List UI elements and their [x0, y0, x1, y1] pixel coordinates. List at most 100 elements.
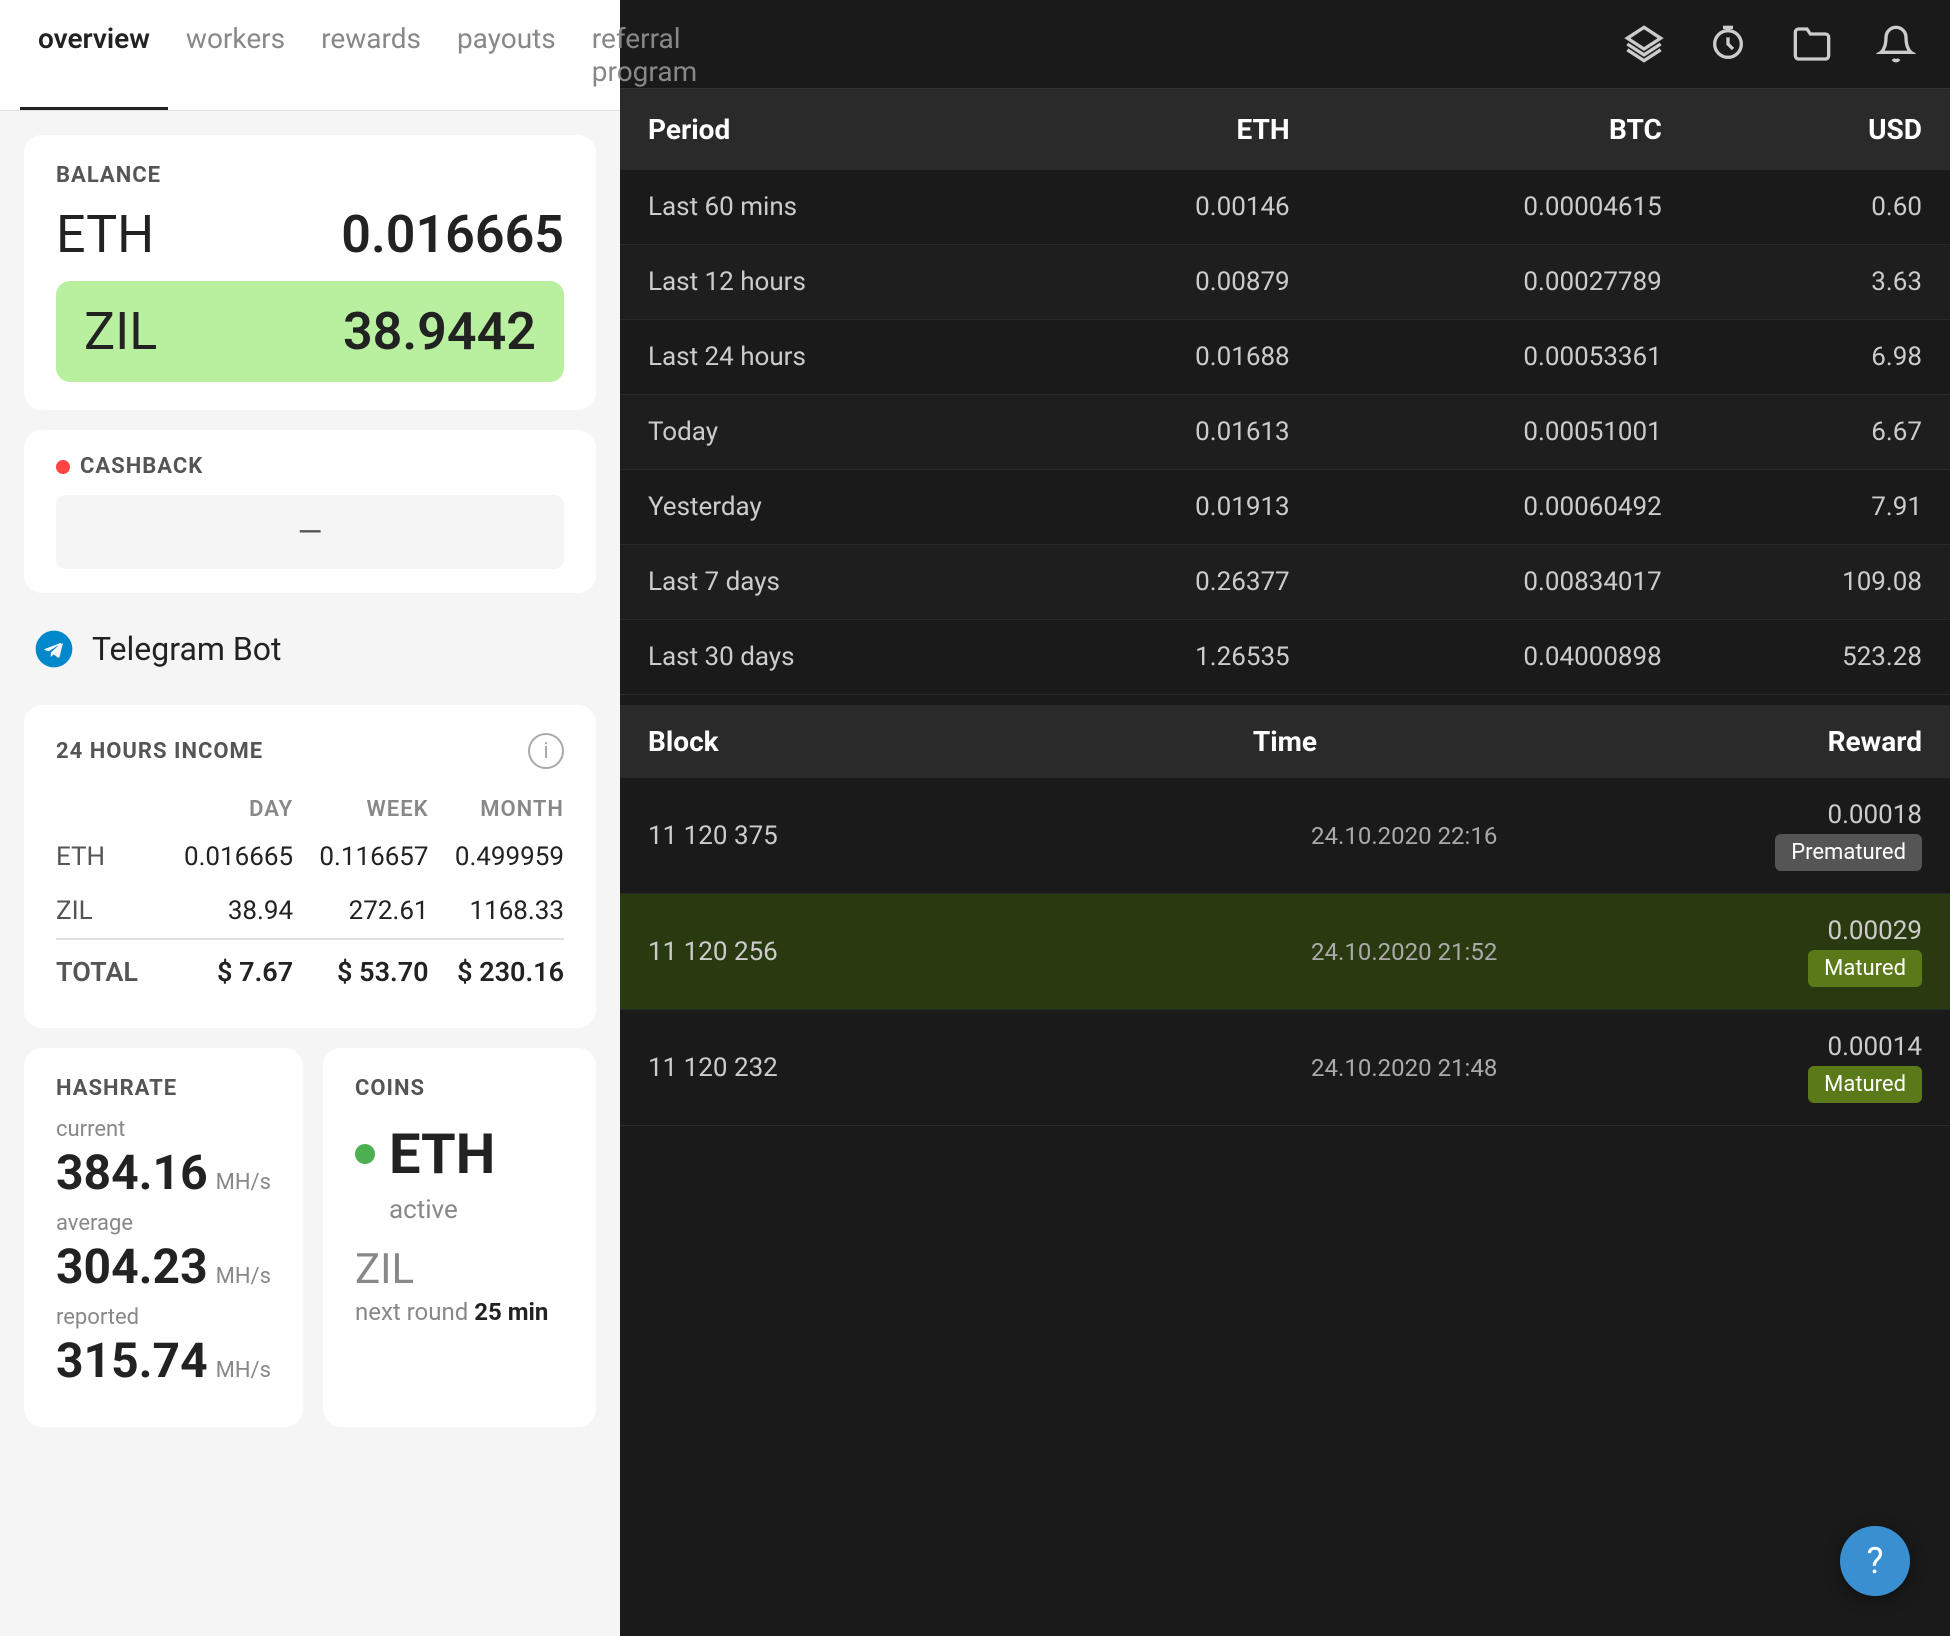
earnings-row-2: Last 24 hours 0.01688 0.00053361 6.98 [620, 320, 1950, 395]
hashrate-title: HASHRATE [56, 1076, 271, 1101]
hashrate-current-row: current 384.16 MH/s [56, 1117, 271, 1201]
hashrate-current-unit: MH/s [216, 1170, 271, 1195]
hashrate-average-unit: MH/s [216, 1264, 271, 1289]
timer-icon[interactable] [1704, 20, 1752, 68]
earnings-btc-3: 0.00051001 [1318, 395, 1690, 470]
cashback-dot [56, 460, 70, 474]
income-col-coin [56, 789, 158, 830]
earnings-usd-6: 523.28 [1690, 620, 1950, 695]
income-total-row: TOTAL $ 7.67 $ 53.70 $ 230.16 [56, 939, 564, 1000]
tab-overview[interactable]: overview [20, 0, 168, 110]
earnings-btc-5: 0.00834017 [1318, 545, 1690, 620]
hashrate-reported-label: reported [56, 1305, 271, 1330]
earnings-period-2: Last 24 hours [620, 320, 1030, 395]
earnings-eth-5: 0.26377 [1030, 545, 1318, 620]
right-panel: Period ETH BTC USD Last 60 mins 0.00146 … [620, 0, 1950, 1636]
earnings-eth-0: 0.00146 [1030, 170, 1318, 245]
block-row-0: 11 120 375 24.10.2020 22:16 0.00018 Prem… [620, 778, 1950, 894]
cashback-dash: — [298, 513, 323, 551]
bell-icon[interactable] [1872, 20, 1920, 68]
earnings-col-btc: BTC [1318, 89, 1690, 170]
block-reward-0: 0.00018 Prematured [1497, 800, 1922, 871]
income-row-eth: ETH 0.016665 0.116657 0.499959 [56, 830, 564, 884]
telegram-label: Telegram Bot [92, 630, 282, 668]
hashrate-average-label: average [56, 1211, 271, 1236]
coin-active-dot [355, 1144, 375, 1164]
blocks-col-block: Block [648, 725, 1073, 758]
block-reward-value-1: 0.00029 [1497, 916, 1922, 946]
earnings-row-1: Last 12 hours 0.00879 0.00027789 3.63 [620, 245, 1950, 320]
block-number-1: 11 120 256 [648, 937, 1073, 967]
earnings-btc-4: 0.00060492 [1318, 470, 1690, 545]
income-card: 24 HOURS INCOME i DAY WEEK MONTH ETH 0.0… [24, 705, 596, 1028]
tab-workers[interactable]: workers [168, 0, 303, 110]
earnings-usd-5: 109.08 [1690, 545, 1950, 620]
layers-icon[interactable] [1620, 20, 1668, 68]
hashrate-card: HASHRATE current 384.16 MH/s average 304… [24, 1048, 303, 1427]
earnings-eth-1: 0.00879 [1030, 245, 1318, 320]
balance-eth-label: ETH [56, 204, 154, 265]
hashrate-average-row: average 304.23 MH/s [56, 1211, 271, 1295]
balance-zil-row: ZIL 38.9442 [56, 281, 564, 382]
block-reward-2: 0.00014 Matured [1497, 1032, 1922, 1103]
income-eth-day: 0.016665 [158, 830, 293, 884]
income-col-week: WEEK [293, 789, 428, 830]
cashback-content: — [56, 495, 564, 569]
info-icon[interactable]: i [528, 733, 564, 769]
block-reward-1: 0.00029 Matured [1497, 916, 1922, 987]
hashrate-reported-row: reported 315.74 MH/s [56, 1305, 271, 1389]
blocks-col-reward: Reward [1497, 725, 1922, 758]
hashrate-reported-value: 315.74 MH/s [56, 1332, 271, 1389]
coin-zil-sub: next round 25 min [355, 1298, 564, 1326]
coins-title: COINS [355, 1076, 564, 1101]
income-total-month: $ 230.16 [429, 939, 564, 1000]
folder-icon[interactable] [1788, 20, 1836, 68]
tab-rewards[interactable]: rewards [303, 0, 439, 110]
earnings-btc-1: 0.00027789 [1318, 245, 1690, 320]
earnings-col-usd: USD [1690, 89, 1950, 170]
income-eth-month: 0.499959 [429, 830, 564, 884]
hashrate-current-label: current [56, 1117, 271, 1142]
block-number-2: 11 120 232 [648, 1053, 1073, 1083]
blocks-header: Block Time Reward [620, 705, 1950, 778]
earnings-period-6: Last 30 days [620, 620, 1030, 695]
income-eth-week: 0.116657 [293, 830, 428, 884]
block-reward-badge-1: Matured [1808, 950, 1922, 987]
coin-eth-label: ETH [389, 1121, 495, 1187]
hashrate-current-number: 384.16 [56, 1144, 208, 1201]
earnings-usd-3: 6.67 [1690, 395, 1950, 470]
earnings-period-5: Last 7 days [620, 545, 1030, 620]
tab-referral[interactable]: referral program [574, 0, 715, 110]
block-reward-badge-0: Prematured [1775, 834, 1922, 871]
block-reward-value-0: 0.00018 [1497, 800, 1922, 830]
income-row-zil: ZIL 38.94 272.61 1168.33 [56, 884, 564, 939]
telegram-row[interactable]: Telegram Bot [24, 613, 596, 685]
block-reward-value-2: 0.00014 [1497, 1032, 1922, 1062]
earnings-usd-2: 6.98 [1690, 320, 1950, 395]
income-title: 24 HOURS INCOME [56, 739, 263, 764]
bottom-row: HASHRATE current 384.16 MH/s average 304… [24, 1048, 596, 1427]
cashback-label: CASHBACK [56, 454, 564, 479]
income-coin-zil: ZIL [56, 884, 158, 939]
hashrate-reported-unit: MH/s [216, 1358, 271, 1383]
tab-payouts[interactable]: payouts [439, 0, 574, 110]
help-button[interactable]: ? [1840, 1526, 1910, 1596]
block-time-0: 24.10.2020 22:16 [1073, 822, 1498, 850]
income-col-month: MONTH [429, 789, 564, 830]
left-content: BALANCE ETH 0.016665 ZIL 38.9442 CASHBAC… [0, 111, 620, 1636]
income-zil-day: 38.94 [158, 884, 293, 939]
earnings-period-4: Yesterday [620, 470, 1030, 545]
earnings-eth-3: 0.01613 [1030, 395, 1318, 470]
block-time-2: 24.10.2020 21:48 [1073, 1054, 1498, 1082]
earnings-btc-6: 0.04000898 [1318, 620, 1690, 695]
hashrate-average-value: 304.23 MH/s [56, 1238, 271, 1295]
earnings-row-5: Last 7 days 0.26377 0.00834017 109.08 [620, 545, 1950, 620]
income-table: DAY WEEK MONTH ETH 0.016665 0.116657 0.4… [56, 789, 564, 1000]
earnings-section: Period ETH BTC USD Last 60 mins 0.00146 … [620, 89, 1950, 1636]
income-header: 24 HOURS INCOME i [56, 733, 564, 769]
income-total-day: $ 7.67 [158, 939, 293, 1000]
coin-zil-label: ZIL [355, 1245, 564, 1294]
earnings-period-1: Last 12 hours [620, 245, 1030, 320]
earnings-period-0: Last 60 mins [620, 170, 1030, 245]
balance-zil-label: ZIL [84, 301, 157, 362]
